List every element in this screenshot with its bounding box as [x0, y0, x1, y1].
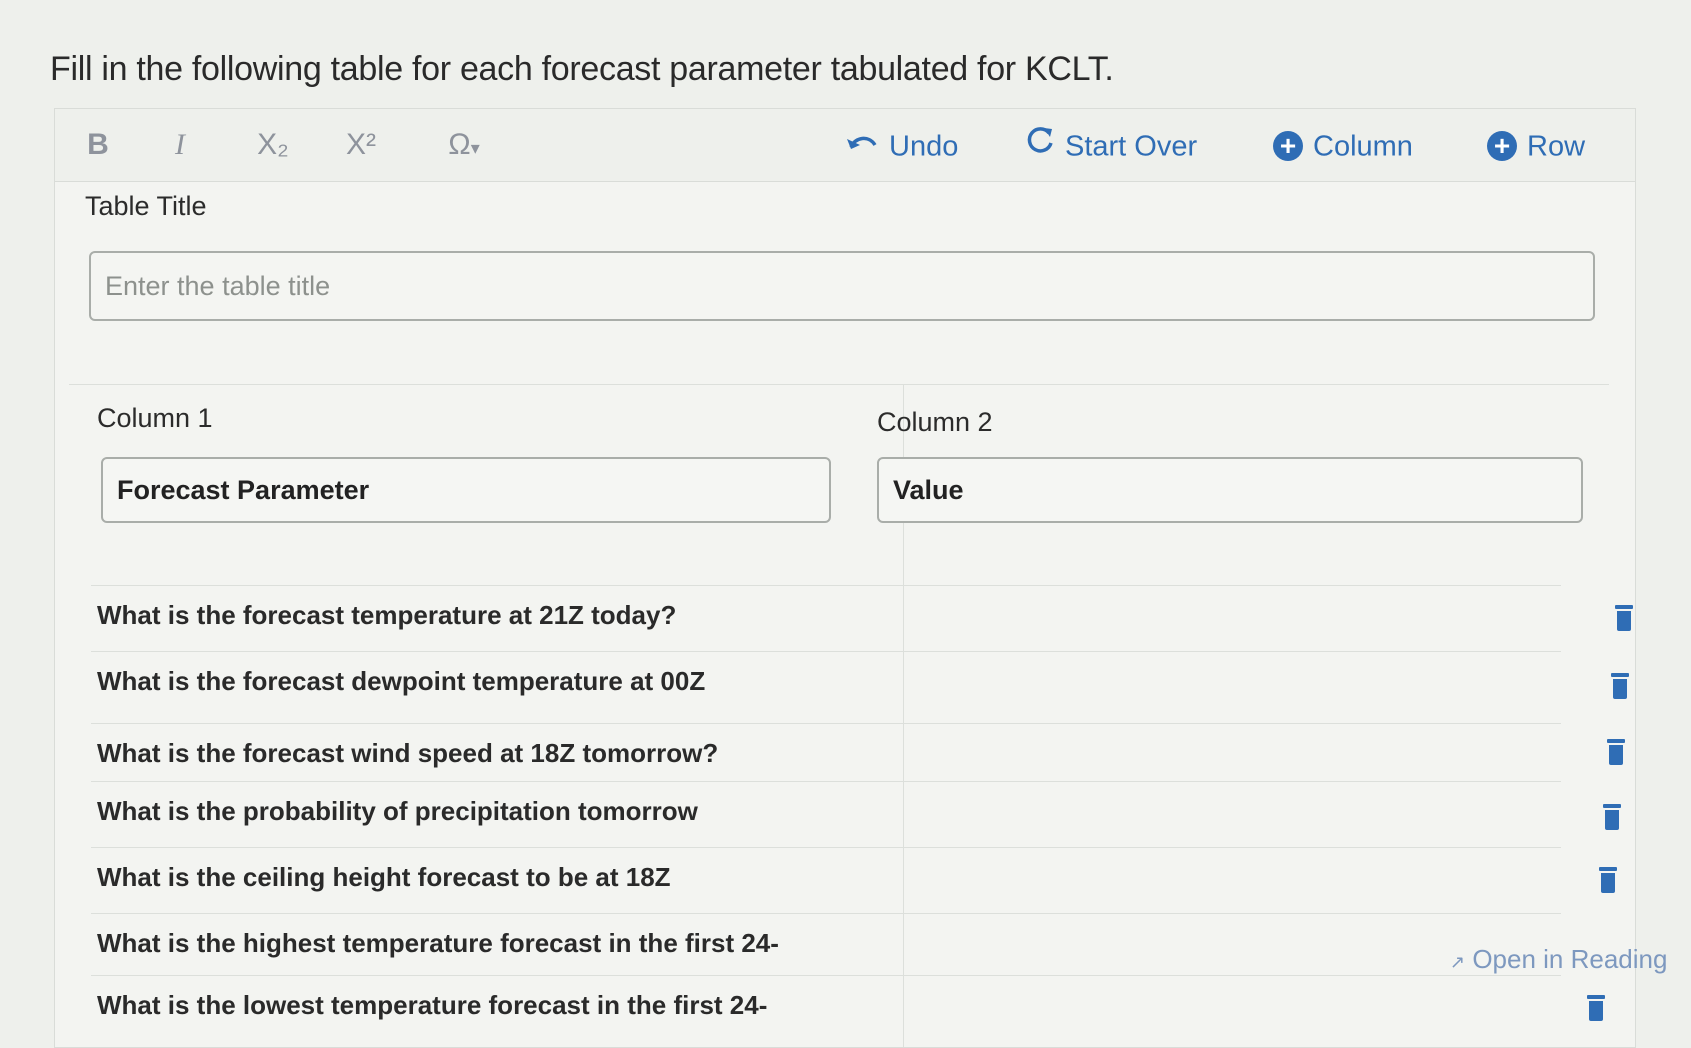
column-1-header-input[interactable] — [101, 457, 831, 523]
start-over-button[interactable]: Start Over — [1025, 121, 1197, 169]
delete-row-trash-icon[interactable] — [1611, 673, 1629, 699]
parameter-cell[interactable]: What is the forecast dewpoint temperatur… — [97, 666, 705, 697]
plus-circle-icon: + — [1487, 131, 1517, 162]
undo-icon — [845, 122, 879, 170]
add-row-button[interactable]: + Row — [1487, 121, 1585, 169]
bold-button[interactable]: B — [83, 119, 113, 171]
symbols-dropdown[interactable]: Ω▾ — [429, 119, 499, 171]
table-row: What is the forecast temperature at 21Z … — [91, 585, 1561, 652]
undo-button[interactable]: Undo — [845, 121, 958, 169]
table-row: What is the lowest temperature forecast … — [91, 975, 1561, 1042]
parameter-cell[interactable]: What is the highest temperature forecast… — [97, 928, 779, 959]
superscript-button[interactable]: X² — [339, 119, 383, 171]
open-in-reading-link[interactable]: ↗ Open in Reading — [1450, 944, 1667, 975]
table-row: What is the ceiling height forecast to b… — [91, 847, 1561, 914]
expand-icon: ↗ — [1450, 952, 1466, 972]
delete-row-trash-icon[interactable] — [1599, 867, 1617, 893]
delete-row-trash-icon[interactable] — [1603, 804, 1621, 830]
table-row: What is the probability of precipitation… — [91, 781, 1561, 848]
plus-circle-icon: + — [1273, 131, 1303, 162]
column-2-label: Column 2 — [877, 407, 993, 437]
italic-button[interactable]: I — [165, 119, 195, 171]
delete-row-trash-icon[interactable] — [1587, 995, 1605, 1021]
table-row: What is the forecast dewpoint temperatur… — [91, 651, 1561, 718]
table-row: What is the forecast wind speed at 18Z t… — [91, 723, 1561, 790]
add-column-button[interactable]: + Column — [1273, 121, 1413, 169]
table-title-input[interactable] — [89, 251, 1595, 321]
parameter-cell[interactable]: What is the probability of precipitation… — [97, 796, 698, 827]
delete-row-trash-icon[interactable] — [1615, 605, 1633, 631]
table-editor: B I X₂ X² Ω▾ Undo Start Over + Column + Ro… — [54, 108, 1636, 1048]
omega-icon: Ω — [448, 128, 471, 161]
subscript-button[interactable]: X₂ — [251, 119, 295, 171]
parameter-cell[interactable]: What is the forecast wind speed at 18Z t… — [97, 738, 718, 769]
table-row: What is the highest temperature forecast… — [91, 913, 1561, 980]
table-title-label: Table Title — [85, 191, 207, 221]
column-1-label: Column 1 — [97, 403, 213, 433]
editor-toolbar: B I X₂ X² Ω▾ Undo Start Over + Column + Ro… — [55, 109, 1635, 182]
column-2-header-input[interactable] — [877, 457, 1583, 523]
delete-row-trash-icon[interactable] — [1607, 739, 1625, 765]
parameter-cell[interactable]: What is the forecast temperature at 21Z … — [97, 600, 676, 631]
parameter-cell[interactable]: What is the ceiling height forecast to b… — [97, 862, 671, 893]
question-text: Fill in the following table for each for… — [50, 50, 1114, 88]
refresh-icon — [1025, 122, 1055, 170]
chevron-down-icon: ▾ — [470, 138, 480, 158]
parameter-cell[interactable]: What is the lowest temperature forecast … — [97, 990, 767, 1021]
